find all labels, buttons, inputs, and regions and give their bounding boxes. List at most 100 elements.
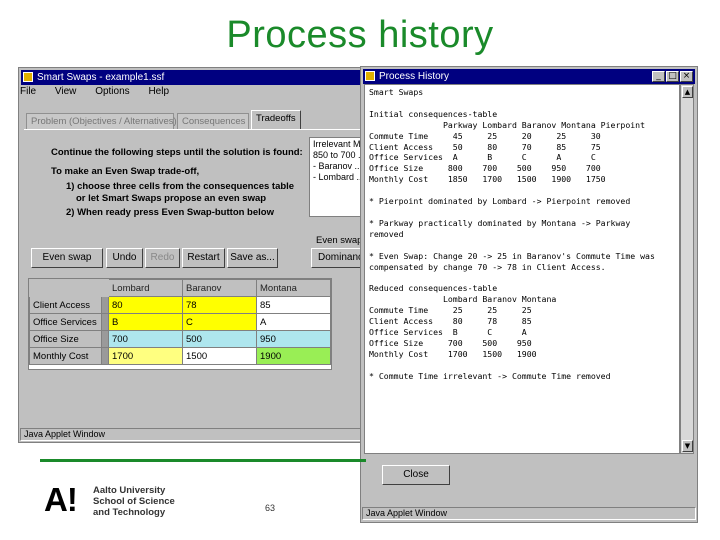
table-cell[interactable]: B bbox=[108, 313, 183, 331]
history-line: Initial consequences-table bbox=[369, 108, 498, 119]
instruction-line-2: To make an Even Swap trade-off, bbox=[51, 166, 200, 177]
logo-line-3: and Technology bbox=[93, 507, 166, 518]
history-line: Monthly Cost 1850 1700 1500 1900 1750 bbox=[369, 174, 606, 185]
table-cell[interactable]: 950 bbox=[256, 330, 331, 348]
list-item[interactable]: - Lombard ... bbox=[313, 172, 363, 183]
dominance-button[interactable]: Dominance bbox=[311, 248, 364, 268]
history-line: Commute Time 25 25 25 bbox=[369, 305, 532, 316]
redo-button[interactable]: Redo bbox=[145, 248, 180, 268]
table-cell[interactable]: 80 bbox=[108, 296, 183, 314]
maximize-icon[interactable]: □ bbox=[666, 71, 679, 82]
table-header-row: Lombard Baranov Montana bbox=[29, 279, 331, 297]
list-item[interactable]: Irrelevant Mo bbox=[313, 139, 363, 150]
even-swap-button[interactable]: Even swap bbox=[31, 248, 103, 268]
table-cell[interactable]: C bbox=[182, 313, 257, 331]
footer-accent-line bbox=[40, 459, 366, 462]
even-swap-label: Even swap bbox=[316, 235, 363, 246]
history-line: Parkway Lombard Baranov Montana Pierpoin… bbox=[369, 119, 646, 130]
history-list[interactable]: Irrelevant Mo 850 to 700 ... - Baranov .… bbox=[309, 137, 364, 217]
column-header[interactable]: Lombard bbox=[108, 279, 183, 297]
table-cell[interactable]: 500 bbox=[182, 330, 257, 348]
menu-view[interactable]: View bbox=[55, 86, 77, 97]
scroll-down-icon[interactable]: ▼ bbox=[682, 440, 693, 452]
menu-bar: File View Options Help bbox=[20, 86, 185, 97]
history-window-titlebar[interactable]: Process History _ □ × bbox=[363, 69, 695, 84]
history-line: Client Access 80 78 85 bbox=[369, 316, 532, 327]
tab-consequences[interactable]: Consequences bbox=[177, 113, 249, 129]
table-cell[interactable]: 1900 bbox=[256, 347, 331, 365]
consequences-table: Lombard Baranov Montana Client Access 80… bbox=[29, 279, 331, 365]
table-row: Client Access 80 78 85 bbox=[29, 296, 331, 314]
scroll-up-icon[interactable]: ▲ bbox=[682, 86, 693, 98]
logo-line-2: School of Science bbox=[93, 496, 175, 507]
history-line bbox=[369, 207, 675, 218]
history-line: removed bbox=[369, 228, 404, 239]
row-handle[interactable] bbox=[101, 296, 109, 314]
table-cell[interactable]: 1700 bbox=[108, 347, 183, 365]
menu-help[interactable]: Help bbox=[148, 86, 169, 97]
history-line bbox=[369, 98, 675, 109]
aalto-logo: A! bbox=[44, 481, 78, 518]
row-header[interactable]: Monthly Cost bbox=[29, 347, 102, 365]
history-line bbox=[369, 272, 675, 283]
table-cell[interactable]: 78 bbox=[182, 296, 257, 314]
history-line: Office Size 800 700 500 950 700 bbox=[369, 163, 601, 174]
main-window-titlebar[interactable]: Smart Swaps - example1.ssf bbox=[21, 70, 361, 85]
history-status-bar: Java Applet Window bbox=[362, 507, 696, 520]
save-as-button[interactable]: Save as... bbox=[227, 248, 278, 268]
menu-options[interactable]: Options bbox=[95, 86, 129, 97]
spacer-cell bbox=[101, 279, 109, 297]
table-row: Office Size 700 500 950 bbox=[29, 330, 331, 348]
instruction-line-3: 1) choose three cells from the consequen… bbox=[66, 181, 295, 192]
row-handle[interactable] bbox=[101, 330, 109, 348]
undo-button[interactable]: Undo bbox=[106, 248, 143, 268]
instruction-line-5: 2) When ready press Even Swap-button bel… bbox=[66, 207, 274, 218]
main-window-title: Smart Swaps - example1.ssf bbox=[37, 72, 165, 83]
history-text-area[interactable]: Smart Swaps Initial consequences-table P… bbox=[364, 84, 680, 454]
row-header[interactable]: Office Size bbox=[29, 330, 102, 348]
history-line: Lombard Baranov Montana bbox=[369, 294, 557, 305]
main-status-bar: Java Applet Window bbox=[20, 428, 364, 441]
history-line: compensated by change 70 -> 78 in Client… bbox=[369, 261, 606, 272]
restart-button[interactable]: Restart bbox=[182, 248, 225, 268]
table-cell[interactable]: 85 bbox=[256, 296, 331, 314]
page-number: 63 bbox=[265, 503, 276, 513]
java-cup-icon bbox=[23, 72, 33, 82]
history-line bbox=[369, 240, 675, 251]
java-cup-icon bbox=[365, 71, 375, 81]
column-header[interactable]: Baranov bbox=[182, 279, 257, 297]
close-icon[interactable]: × bbox=[680, 71, 693, 82]
history-window-title: Process History bbox=[379, 71, 450, 82]
instruction-line-4: or let Smart Swaps propose an even swap bbox=[76, 193, 267, 204]
list-item[interactable]: - Baranov ... bbox=[313, 161, 362, 172]
history-scrollbar[interactable]: ▲ ▼ bbox=[680, 84, 694, 454]
instruction-line-1: Continue the following steps until the s… bbox=[51, 147, 303, 158]
row-handle[interactable] bbox=[101, 313, 109, 331]
tab-problem[interactable]: Problem (Objectives / Alternatives) bbox=[26, 113, 177, 129]
corner-cell bbox=[29, 279, 102, 297]
history-line: * Parkway practically dominated by Monta… bbox=[369, 217, 631, 228]
list-item[interactable]: 850 to 700 ... bbox=[313, 150, 363, 161]
history-line: Office Services A B C A C bbox=[369, 152, 596, 163]
history-line: * Even Swap: Change 20 -> 25 in Baranov'… bbox=[369, 250, 655, 261]
row-header[interactable]: Office Services bbox=[29, 313, 102, 331]
row-header[interactable]: Client Access bbox=[29, 296, 102, 314]
history-line: Monthly Cost 1700 1500 1900 bbox=[369, 348, 537, 359]
tab-panel-border bbox=[24, 129, 364, 130]
menu-file[interactable]: File bbox=[20, 86, 36, 97]
table-row: Office Services B C A bbox=[29, 313, 331, 331]
minimize-icon[interactable]: _ bbox=[652, 71, 665, 82]
table-cell[interactable]: 700 bbox=[108, 330, 183, 348]
table-cell[interactable]: 1500 bbox=[182, 347, 257, 365]
table-row: Monthly Cost 1700 1500 1900 bbox=[29, 347, 331, 365]
tab-tradeoffs[interactable]: Tradeoffs bbox=[251, 110, 301, 129]
close-button[interactable]: Close bbox=[382, 465, 450, 485]
history-line: * Pierpoint dominated by Lombard -> Pier… bbox=[369, 196, 631, 207]
column-header[interactable]: Montana bbox=[256, 279, 331, 297]
logo-line-1: Aalto University bbox=[93, 485, 166, 496]
history-line: Commute Time 45 25 20 25 30 bbox=[369, 130, 601, 141]
history-line bbox=[369, 185, 675, 196]
row-handle[interactable] bbox=[101, 347, 109, 365]
table-cell[interactable]: A bbox=[256, 313, 331, 331]
history-line: Client Access 50 80 70 85 75 bbox=[369, 141, 601, 152]
